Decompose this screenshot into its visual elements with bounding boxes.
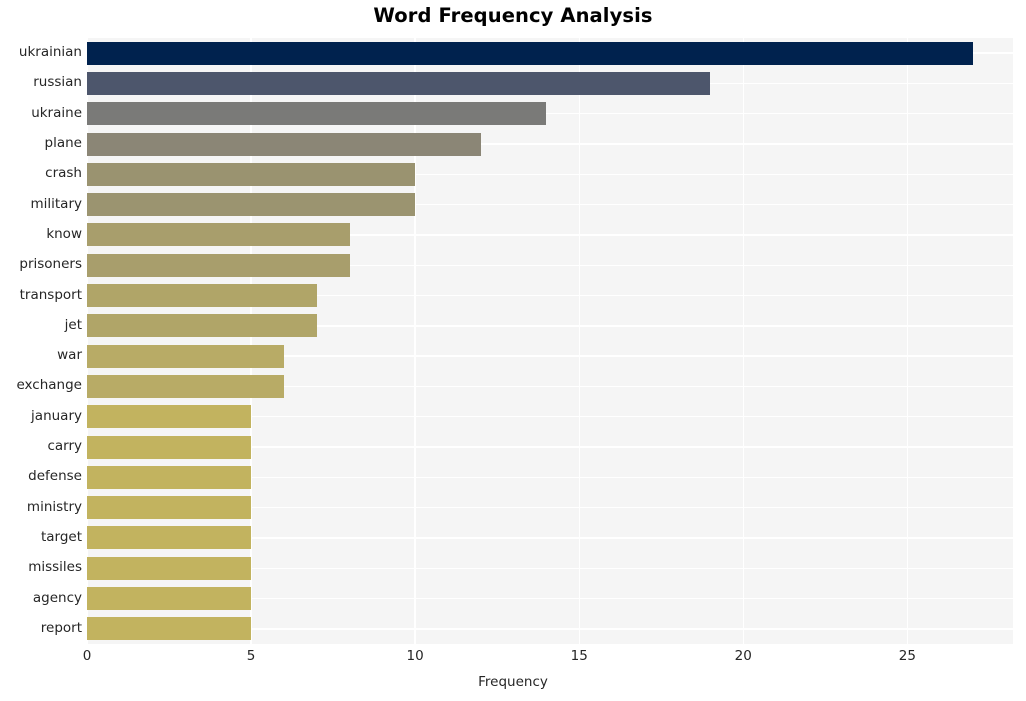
x-tick-label: 15 xyxy=(570,648,588,664)
y-tick-label-transport: transport xyxy=(19,286,82,303)
y-tick-label-military: military xyxy=(30,195,82,212)
bar-missiles xyxy=(87,556,252,580)
x-axis-title: Frequency xyxy=(478,674,548,690)
bar-jet xyxy=(87,314,317,338)
y-tick-label-war: war xyxy=(57,347,82,364)
bar-military xyxy=(87,193,416,217)
bar-war xyxy=(87,344,284,368)
y-tick-label-missiles: missiles xyxy=(28,559,82,576)
bar-target xyxy=(87,526,252,550)
y-tick-label-defense: defense xyxy=(28,468,82,485)
bar-january xyxy=(87,405,252,429)
chart-figure: Word Frequency Analysis ukrainian russian… xyxy=(0,0,1026,701)
bar-prisoners xyxy=(87,253,350,277)
bar-crash xyxy=(87,162,416,186)
page-title: Word Frequency Analysis xyxy=(373,4,653,27)
bar-ministry xyxy=(87,496,252,520)
y-tick-label-prisoners: prisoners xyxy=(19,256,82,273)
y-tick-label-ukrainian: ukrainian xyxy=(18,44,82,61)
y-tick-label-target: target xyxy=(40,528,82,545)
y-tick-label-ministry: ministry xyxy=(26,498,82,515)
y-tick-label-report: report xyxy=(40,619,82,636)
bar-agency xyxy=(87,587,252,611)
y-tick-label-agency: agency xyxy=(32,589,82,606)
y-tick-label-plane: plane xyxy=(44,135,82,152)
bar-plane xyxy=(87,132,481,156)
x-tick-label: 20 xyxy=(734,648,752,664)
bar-exchange xyxy=(87,374,284,398)
y-tick-label-ukraine: ukraine xyxy=(31,104,82,121)
x-tick-label: 0 xyxy=(82,648,92,664)
x-tick-label: 10 xyxy=(406,648,424,664)
plot-area xyxy=(87,38,1013,644)
y-tick-label-russian: russian xyxy=(33,74,82,91)
y-tick-label-crash: crash xyxy=(45,165,82,182)
x-tick-label: 25 xyxy=(898,648,916,664)
bar-carry xyxy=(87,435,252,459)
bar-ukrainian xyxy=(87,41,973,65)
y-tick-label-know: know xyxy=(46,225,82,242)
bar-russian xyxy=(87,71,711,95)
x-tick-label: 5 xyxy=(246,648,256,664)
y-tick-label-january: january xyxy=(31,407,82,424)
bar-know xyxy=(87,223,350,247)
bar-defense xyxy=(87,465,252,489)
bar-transport xyxy=(87,284,317,308)
y-tick-label-carry: carry xyxy=(47,438,82,455)
bar-ukraine xyxy=(87,102,547,126)
y-tick-label-jet: jet xyxy=(64,316,82,333)
y-tick-label-exchange: exchange xyxy=(16,377,82,394)
bar-report xyxy=(87,617,252,641)
x-axis-tick-labels: 0 5 10 15 20 25 xyxy=(0,644,1026,670)
bars-container xyxy=(87,38,1013,644)
y-axis-tick-labels: ukrainian russian ukraine plane crash militar… xyxy=(0,38,82,644)
